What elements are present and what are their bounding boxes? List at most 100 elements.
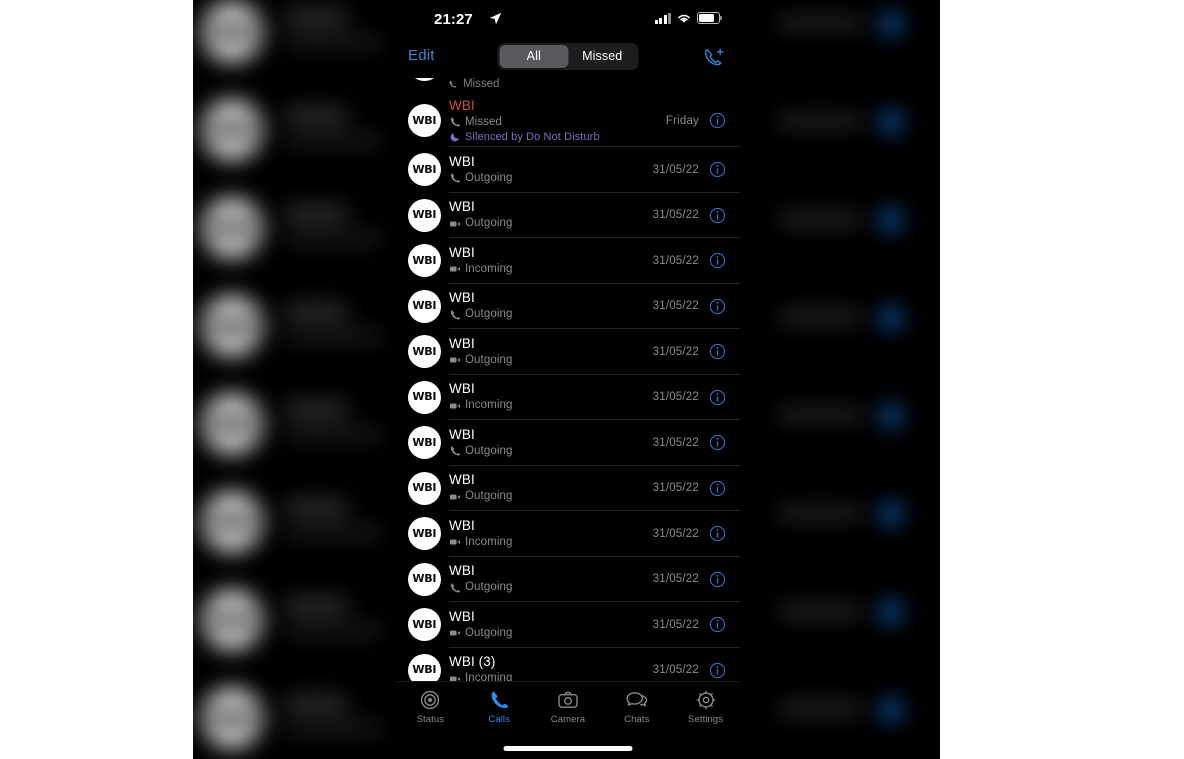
info-circle-icon[interactable] xyxy=(709,298,726,315)
call-row-main: WBI Incoming xyxy=(449,518,653,550)
call-list-row[interactable]: WBI WBI Incoming 31/05/22 xyxy=(396,238,740,284)
blurred-info-icon xyxy=(879,698,903,722)
phone-icon xyxy=(450,446,461,456)
blurred-avatar xyxy=(201,589,263,651)
call-type-row: Outgoing xyxy=(449,489,653,504)
tab-settings[interactable]: Settings xyxy=(671,689,740,725)
blurred-avatar xyxy=(201,687,263,749)
blurred-name xyxy=(285,10,347,25)
call-type-label: Incoming xyxy=(465,262,513,275)
blurred-subtitle xyxy=(285,526,381,539)
call-list-row[interactable]: WBI WBI Outgoing 31/05/22 xyxy=(396,466,740,511)
tab-calls[interactable]: Calls xyxy=(465,689,534,725)
avatar: WBI xyxy=(408,104,441,137)
call-history-list[interactable]: Missed WBI WBI Missed Silenced by Do Not Di… xyxy=(396,78,740,721)
info-circle-icon[interactable] xyxy=(709,207,726,224)
info-circle-icon[interactable] xyxy=(709,662,726,679)
calls-filter-segmented-control[interactable]: All Missed xyxy=(497,43,639,70)
info-circle-icon[interactable] xyxy=(709,161,726,178)
edit-button[interactable]: Edit xyxy=(408,47,435,64)
call-type-label: Outgoing xyxy=(465,171,513,184)
call-list-row[interactable]: WBI WBI Missed Silenced by Do Not Disturb Fr… xyxy=(396,94,740,147)
blurred-date xyxy=(779,16,861,30)
blurred-date xyxy=(779,506,861,520)
call-row-main: WBI Outgoing xyxy=(449,154,653,186)
call-type-label: Missed xyxy=(465,115,503,128)
info-circle-icon[interactable] xyxy=(709,389,726,406)
info-circle-icon[interactable] xyxy=(709,343,726,360)
call-list-row[interactable]: WBI WBI Outgoing 31/05/22 xyxy=(396,557,740,602)
call-type-row: Outgoing xyxy=(449,626,653,641)
blurred-info-icon xyxy=(879,600,903,624)
phone-icon xyxy=(491,691,509,709)
blurred-date xyxy=(779,114,861,128)
call-list-row[interactable]: WBI WBI Outgoing 31/05/22 xyxy=(396,284,740,329)
avatar: WBI xyxy=(408,198,441,232)
phone-missed-icon xyxy=(449,80,457,88)
call-list-row[interactable]: WBI WBI Outgoing 31/05/22 xyxy=(396,420,740,466)
avatar: WBI xyxy=(408,335,441,369)
wifi-icon xyxy=(678,14,690,23)
phone-plus-icon[interactable] xyxy=(702,46,726,70)
call-list-row[interactable]: WBI WBI Outgoing 31/05/22 xyxy=(396,602,740,648)
avatar-initials: WBI xyxy=(412,209,437,222)
tab-camera-label: Camera xyxy=(550,714,586,725)
call-type-row: Outgoing xyxy=(449,171,653,186)
call-type-label: Outgoing xyxy=(465,353,513,366)
call-date: 31/05/22 xyxy=(652,527,699,540)
chat-bubbles-icon xyxy=(626,692,648,707)
call-row-main: WBI Outgoing xyxy=(449,609,653,641)
tab-status-label: Status xyxy=(416,714,445,725)
call-type-label: Incoming xyxy=(465,399,513,412)
call-date: 31/05/22 xyxy=(652,300,699,313)
call-type-label: Outgoing xyxy=(465,626,513,639)
call-row-main: WBI Missed Silenced by Do Not Disturb xyxy=(449,98,666,144)
call-list-row[interactable]: WBI WBI Outgoing 31/05/22 xyxy=(396,329,740,375)
segment-missed[interactable]: Missed xyxy=(568,45,637,68)
segment-all[interactable]: All xyxy=(499,45,568,68)
call-type-row: Incoming xyxy=(449,535,653,550)
call-contact-name: WBI xyxy=(449,335,475,351)
call-date: 31/05/22 xyxy=(652,664,699,677)
call-contact-name: WBI xyxy=(449,381,475,397)
tab-bar[interactable]: Status Calls Camera Chats Settings xyxy=(396,681,740,759)
info-circle-icon[interactable] xyxy=(709,571,726,588)
call-type-row: Outgoing xyxy=(449,444,653,459)
tab-chats[interactable]: Chats xyxy=(602,689,671,725)
call-list-row[interactable]: WBI WBI Outgoing 31/05/22 xyxy=(396,193,740,238)
phone-icon xyxy=(450,173,461,183)
call-list-row[interactable]: WBI WBI Outgoing 31/05/22 xyxy=(396,147,740,193)
call-type-label: Outgoing xyxy=(465,581,513,594)
call-contact-name: WBI xyxy=(449,290,475,306)
blurred-subtitle xyxy=(285,722,381,735)
blurred-subtitle xyxy=(285,624,381,637)
status-bar-indicators xyxy=(654,12,722,24)
video-icon xyxy=(450,494,460,500)
battery-icon xyxy=(697,12,722,24)
video-icon xyxy=(450,630,460,636)
call-list-row[interactable]: WBI WBI Incoming 31/05/22 xyxy=(396,511,740,557)
partially-scrolled-row[interactable]: Missed xyxy=(396,78,740,94)
info-circle-icon[interactable] xyxy=(709,480,726,497)
info-circle-icon[interactable] xyxy=(709,525,726,542)
moon-icon xyxy=(450,132,459,141)
call-row-main: WBI Incoming xyxy=(449,381,653,413)
info-circle-icon[interactable] xyxy=(709,252,726,269)
info-circle-icon[interactable] xyxy=(709,434,726,451)
tab-status[interactable]: Status xyxy=(396,689,465,725)
peek-row-subtitle: Missed xyxy=(448,78,499,90)
gear-icon xyxy=(696,690,715,710)
info-circle-icon[interactable] xyxy=(709,616,726,633)
home-indicator xyxy=(503,746,633,751)
call-contact-name: WBI (3) xyxy=(449,654,496,670)
status-rings-icon xyxy=(421,690,440,710)
blurred-info-icon xyxy=(879,208,903,232)
screenshot-root: 21:27 Edit All Missed Missed WBI WBI Mis… xyxy=(0,0,1184,759)
call-date: 31/05/22 xyxy=(652,209,699,222)
call-list-row[interactable]: WBI WBI Incoming 31/05/22 xyxy=(396,375,740,420)
tab-camera[interactable]: Camera xyxy=(534,689,603,725)
info-circle-icon[interactable] xyxy=(709,112,726,129)
blurred-name xyxy=(285,598,347,613)
avatar: WBI xyxy=(408,562,441,596)
call-type-row: Outgoing xyxy=(449,353,653,368)
